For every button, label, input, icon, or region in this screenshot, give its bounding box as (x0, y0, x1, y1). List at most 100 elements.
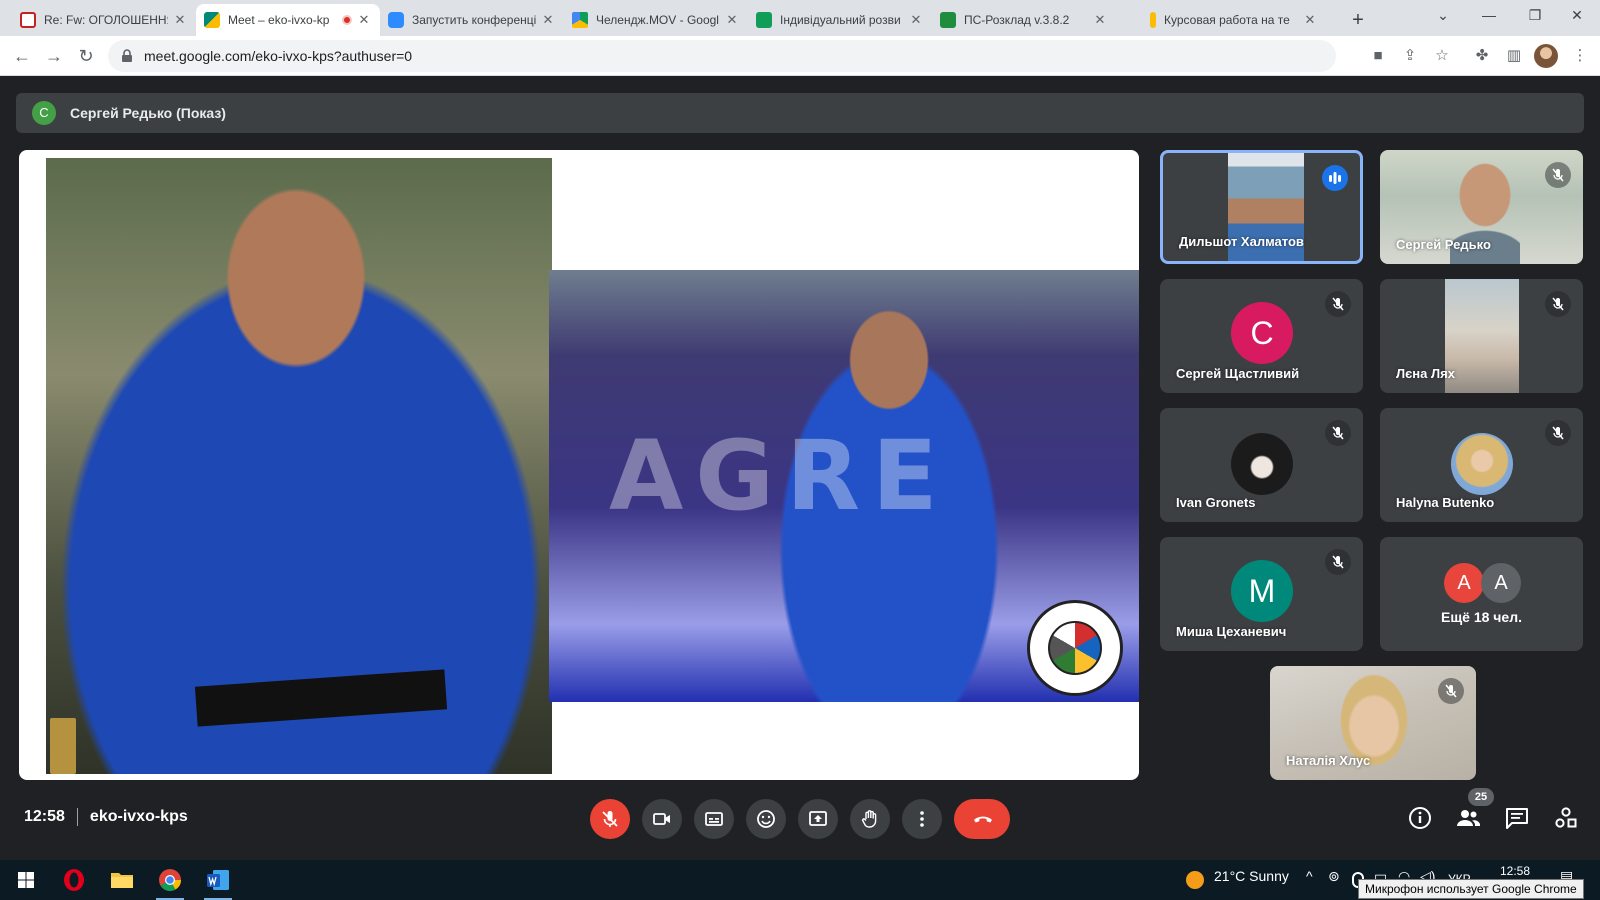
close-icon[interactable]: ✕ (172, 12, 188, 28)
shared-screen: AGRE (19, 150, 1139, 780)
side-panel-icon[interactable]: ▥ (1502, 44, 1526, 68)
participant-avatar: А (1481, 563, 1521, 603)
browser-tabstrip: Re: Fw: ОГОЛОШЕННЯ ✕ Meet – eko-ivxo-kp … (0, 0, 1600, 36)
meet-icon (204, 12, 220, 28)
share-icon[interactable]: ⇪ (1398, 44, 1422, 68)
judoka-closeup-photo (46, 158, 552, 774)
tab-gmail[interactable]: Re: Fw: ОГОЛОШЕННЯ ✕ (12, 4, 196, 36)
tab-title: Meet – eko-ivxo-kp (228, 13, 330, 27)
tab-sheets[interactable]: ПС-Розклад v.3.8.2 ✕ (932, 4, 1116, 36)
participant-tile[interactable]: Дильшот Халматов (1160, 150, 1363, 264)
lock-icon (122, 49, 132, 62)
tab-doc[interactable]: Курсовая работа на те ✕ (1142, 4, 1326, 36)
participant-name: Сергей Щастливий (1176, 366, 1300, 381)
mic-off-icon (1545, 291, 1571, 317)
restore-button[interactable]: ❐ (1512, 0, 1558, 32)
hand-icon (862, 810, 877, 828)
weather-text[interactable]: 21°C Sunny (1214, 868, 1289, 884)
participant-tile[interactable]: М Миша Цеханевич (1160, 537, 1363, 651)
new-tab-button[interactable]: + (1344, 6, 1372, 34)
participant-name: Лєна Лях (1396, 366, 1455, 381)
word-icon (207, 870, 229, 890)
participant-avatar: С (1231, 302, 1293, 364)
participant-video (1445, 279, 1519, 393)
more-options-button[interactable] (902, 799, 942, 839)
tab-classroom[interactable]: Індивідуальний розви ✕ (748, 4, 932, 36)
close-icon[interactable]: ✕ (1302, 12, 1318, 28)
chat-icon[interactable] (1503, 804, 1531, 832)
camera-in-use-icon[interactable]: ■ (1366, 44, 1390, 68)
camera-toggle-button[interactable] (642, 799, 682, 839)
more-vertical-icon (920, 811, 924, 827)
activities-icon[interactable] (1552, 804, 1580, 832)
more-participants-tile[interactable]: А А Ещё 18 чел. (1380, 537, 1583, 651)
close-icon[interactable]: ✕ (724, 12, 740, 28)
tab-title: Курсовая работа на те (1164, 13, 1290, 27)
windows-start-icon[interactable] (12, 866, 40, 894)
participant-tile[interactable]: Сергей Редько (1380, 150, 1583, 264)
sheets-icon (940, 12, 956, 28)
file-explorer-icon[interactable] (108, 866, 136, 894)
meeting-details-info-icon[interactable] (1406, 804, 1434, 832)
chrome-taskbar-button[interactable] (156, 866, 184, 900)
tab-title: Челендж.MOV - Googl (596, 13, 719, 27)
participant-tile[interactable]: Наталія Хлус (1270, 666, 1476, 780)
chrome-icon (159, 869, 181, 891)
address-bar[interactable]: meet.google.com/eko-ivxo-kps?authuser=0 (108, 40, 1336, 72)
black-belt (194, 669, 448, 727)
arena-backdrop-lettering: AGRE (609, 420, 950, 532)
browser-toolbar: ← → ↻ meet.google.com/eko-ivxo-kps?authu… (0, 36, 1600, 76)
forward-icon[interactable]: → (40, 42, 68, 70)
word-taskbar-button[interactable] (204, 866, 232, 900)
participant-name: Дильшот Халматов (1179, 234, 1304, 249)
minimize-button[interactable]: — (1466, 0, 1512, 32)
captions-icon (705, 812, 723, 826)
present-screen-button[interactable] (798, 799, 838, 839)
emoji-icon (757, 810, 775, 828)
captions-button[interactable] (694, 799, 734, 839)
people-icon[interactable] (1454, 804, 1482, 832)
tab-zoom[interactable]: Запустить конференці ✕ (380, 4, 564, 36)
meet-now-icon[interactable]: ⊚ (1328, 868, 1340, 885)
close-icon[interactable]: ✕ (1092, 12, 1108, 28)
mic-toggle-button[interactable] (590, 799, 630, 839)
back-icon[interactable]: ← (8, 42, 36, 70)
close-icon[interactable]: ✕ (356, 12, 372, 28)
bookmark-star-icon[interactable]: ☆ (1430, 44, 1454, 68)
participant-avatar (1231, 433, 1293, 495)
close-icon[interactable]: ✕ (540, 12, 556, 28)
clock-time[interactable]: 12:58 (1500, 864, 1530, 878)
leave-call-button[interactable] (954, 799, 1010, 839)
chevron-up-icon[interactable]: ^ (1306, 868, 1313, 884)
participant-avatar (1451, 433, 1513, 495)
meeting-time: 12:58 (24, 808, 65, 825)
participant-name: Сергей Редько (1396, 237, 1491, 252)
tab-drive[interactable]: Челендж.MOV - Googl ✕ (564, 4, 748, 36)
close-window-button[interactable]: ✕ (1554, 0, 1600, 32)
participant-tile[interactable]: Ivan Gronets (1160, 408, 1363, 522)
reactions-button[interactable] (746, 799, 786, 839)
tab-meet[interactable]: Meet – eko-ivxo-kp ✕ (196, 4, 380, 36)
people-count-badge: 25 (1468, 788, 1494, 806)
participant-name: Миша Цеханевич (1176, 624, 1287, 639)
extensions-icon[interactable]: ✤ (1470, 44, 1494, 68)
participant-name: Halyna Butenko (1396, 495, 1495, 510)
tab-search-icon[interactable]: ⌄ (1420, 0, 1466, 32)
raise-hand-button[interactable] (850, 799, 890, 839)
close-icon[interactable]: ✕ (908, 12, 924, 28)
participant-tile[interactable]: С Сергей Щастливий (1160, 279, 1363, 393)
reload-icon[interactable]: ↻ (72, 42, 100, 70)
weather-sun-icon[interactable] (1186, 871, 1204, 889)
participant-tile[interactable]: Лєна Лях (1380, 279, 1583, 393)
mic-in-use-tooltip: Микрофон использует Google Chrome (1358, 879, 1584, 899)
mic-off-icon (1325, 420, 1351, 446)
menu-kebab-icon[interactable]: ⋮ (1568, 44, 1592, 68)
meeting-code: eko-ivxo-kps (89, 808, 188, 825)
mic-off-icon (1545, 420, 1571, 446)
profile-avatar[interactable] (1534, 44, 1558, 68)
mic-off-icon (1325, 549, 1351, 575)
zoom-icon (388, 12, 404, 28)
opera-icon[interactable] (60, 866, 88, 894)
participant-tile[interactable]: Halyna Butenko (1380, 408, 1583, 522)
doc-icon (1150, 12, 1156, 28)
